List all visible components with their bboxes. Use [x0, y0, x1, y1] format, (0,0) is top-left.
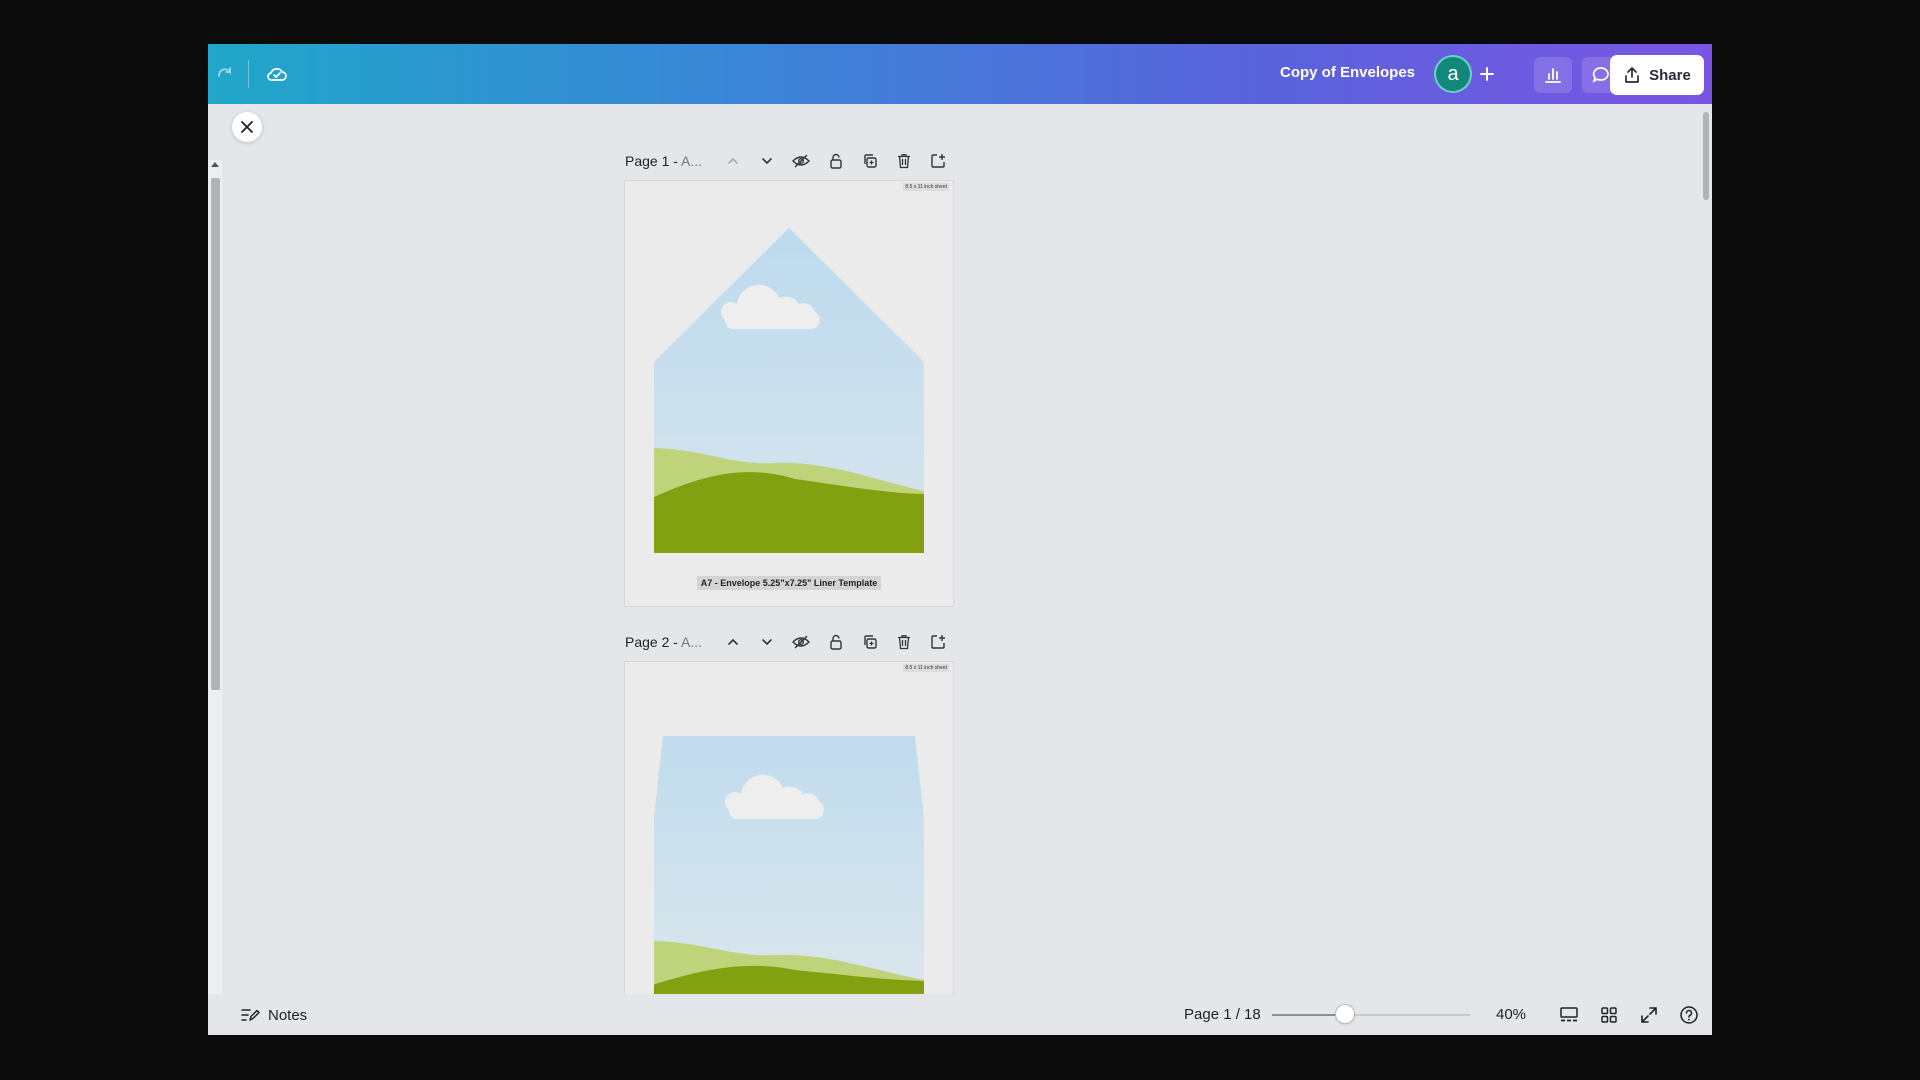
- move-up-icon[interactable]: [716, 628, 750, 656]
- share-label: Share: [1649, 66, 1691, 84]
- add-page-icon[interactable]: [921, 628, 955, 656]
- page-1-title[interactable]: Page 1 - A...: [625, 153, 716, 169]
- zoom-slider-thumb[interactable]: [1336, 1005, 1355, 1023]
- page-2-header: Page 2 - A...: [625, 628, 955, 656]
- sheet-size-tag: 8.5 x 11 inch sheet: [903, 183, 949, 191]
- insights-button[interactable]: [1534, 57, 1572, 93]
- duplicate-icon[interactable]: [853, 147, 887, 175]
- editor-window: Copy of Envelopes a Share Page 1 - A...: [208, 44, 1712, 1035]
- grid-view-icon[interactable]: [1594, 1000, 1624, 1030]
- notes-button[interactable]: Notes: [240, 1002, 307, 1028]
- page-2-title[interactable]: Page 2 - A...: [625, 634, 716, 650]
- move-down-icon[interactable]: [750, 628, 784, 656]
- zoom-slider[interactable]: [1272, 1014, 1470, 1016]
- page-1-header: Page 1 - A...: [625, 147, 955, 175]
- zoom-slider-fill: [1272, 1014, 1346, 1016]
- duplicate-icon[interactable]: [853, 628, 887, 656]
- share-button[interactable]: Share: [1610, 55, 1704, 95]
- cloud-sync-icon[interactable]: [262, 59, 292, 89]
- bottom-bar: Notes Page 1 / 18 40%: [208, 994, 1712, 1035]
- pages-view-icon[interactable]: [1554, 1000, 1584, 1030]
- notes-icon: [241, 1009, 260, 1021]
- hide-icon[interactable]: [784, 628, 818, 656]
- page-indicator[interactable]: Page 1 / 18: [1184, 1006, 1261, 1023]
- notes-label: Notes: [268, 1006, 308, 1024]
- move-down-icon[interactable]: [750, 147, 784, 175]
- add-icon: [1480, 67, 1494, 81]
- close-button[interactable]: [232, 112, 262, 142]
- delete-icon[interactable]: [887, 147, 921, 175]
- move-up-icon[interactable]: [716, 147, 750, 175]
- left-scrollbar-thumb[interactable]: [211, 178, 220, 690]
- share-icon: [1625, 67, 1639, 83]
- document-title[interactable]: Copy of Envelopes: [1280, 64, 1415, 81]
- delete-icon[interactable]: [887, 628, 921, 656]
- scroll-up-arrow[interactable]: [211, 162, 219, 167]
- lock-icon[interactable]: [818, 628, 852, 656]
- fullscreen-icon[interactable]: [1634, 1000, 1664, 1030]
- liner-template-label: A7 - Envelope 5.25"x7.25" Liner Template: [625, 573, 953, 591]
- comment-icon: [1592, 67, 1609, 83]
- right-scrollbar-thumb[interactable]: [1703, 112, 1709, 200]
- toolbar-divider: [248, 60, 249, 88]
- add-collaborator-button[interactable]: [1472, 59, 1502, 89]
- avatar[interactable]: a: [1436, 57, 1470, 91]
- add-page-icon[interactable]: [921, 147, 955, 175]
- sheet-size-tag: 8.5 x 11 inch sheet: [903, 664, 949, 672]
- page-2-canvas[interactable]: 8.5 x 11 inch sheet: [625, 662, 953, 994]
- envelope-liner-artwork: [654, 736, 924, 994]
- redo-icon[interactable]: [210, 59, 240, 89]
- envelope-liner-artwork: [654, 228, 924, 553]
- lock-icon[interactable]: [818, 147, 852, 175]
- help-icon[interactable]: [1674, 1000, 1704, 1030]
- zoom-value[interactable]: 40%: [1496, 1006, 1526, 1023]
- top-bar: Copy of Envelopes a Share: [208, 44, 1712, 104]
- hide-icon[interactable]: [784, 147, 818, 175]
- close-icon: [241, 121, 253, 133]
- insights-icon: [1545, 68, 1561, 83]
- page-1-canvas[interactable]: 8.5 x 11 inch sheet A7 - Envelope 5.25"x…: [625, 181, 953, 606]
